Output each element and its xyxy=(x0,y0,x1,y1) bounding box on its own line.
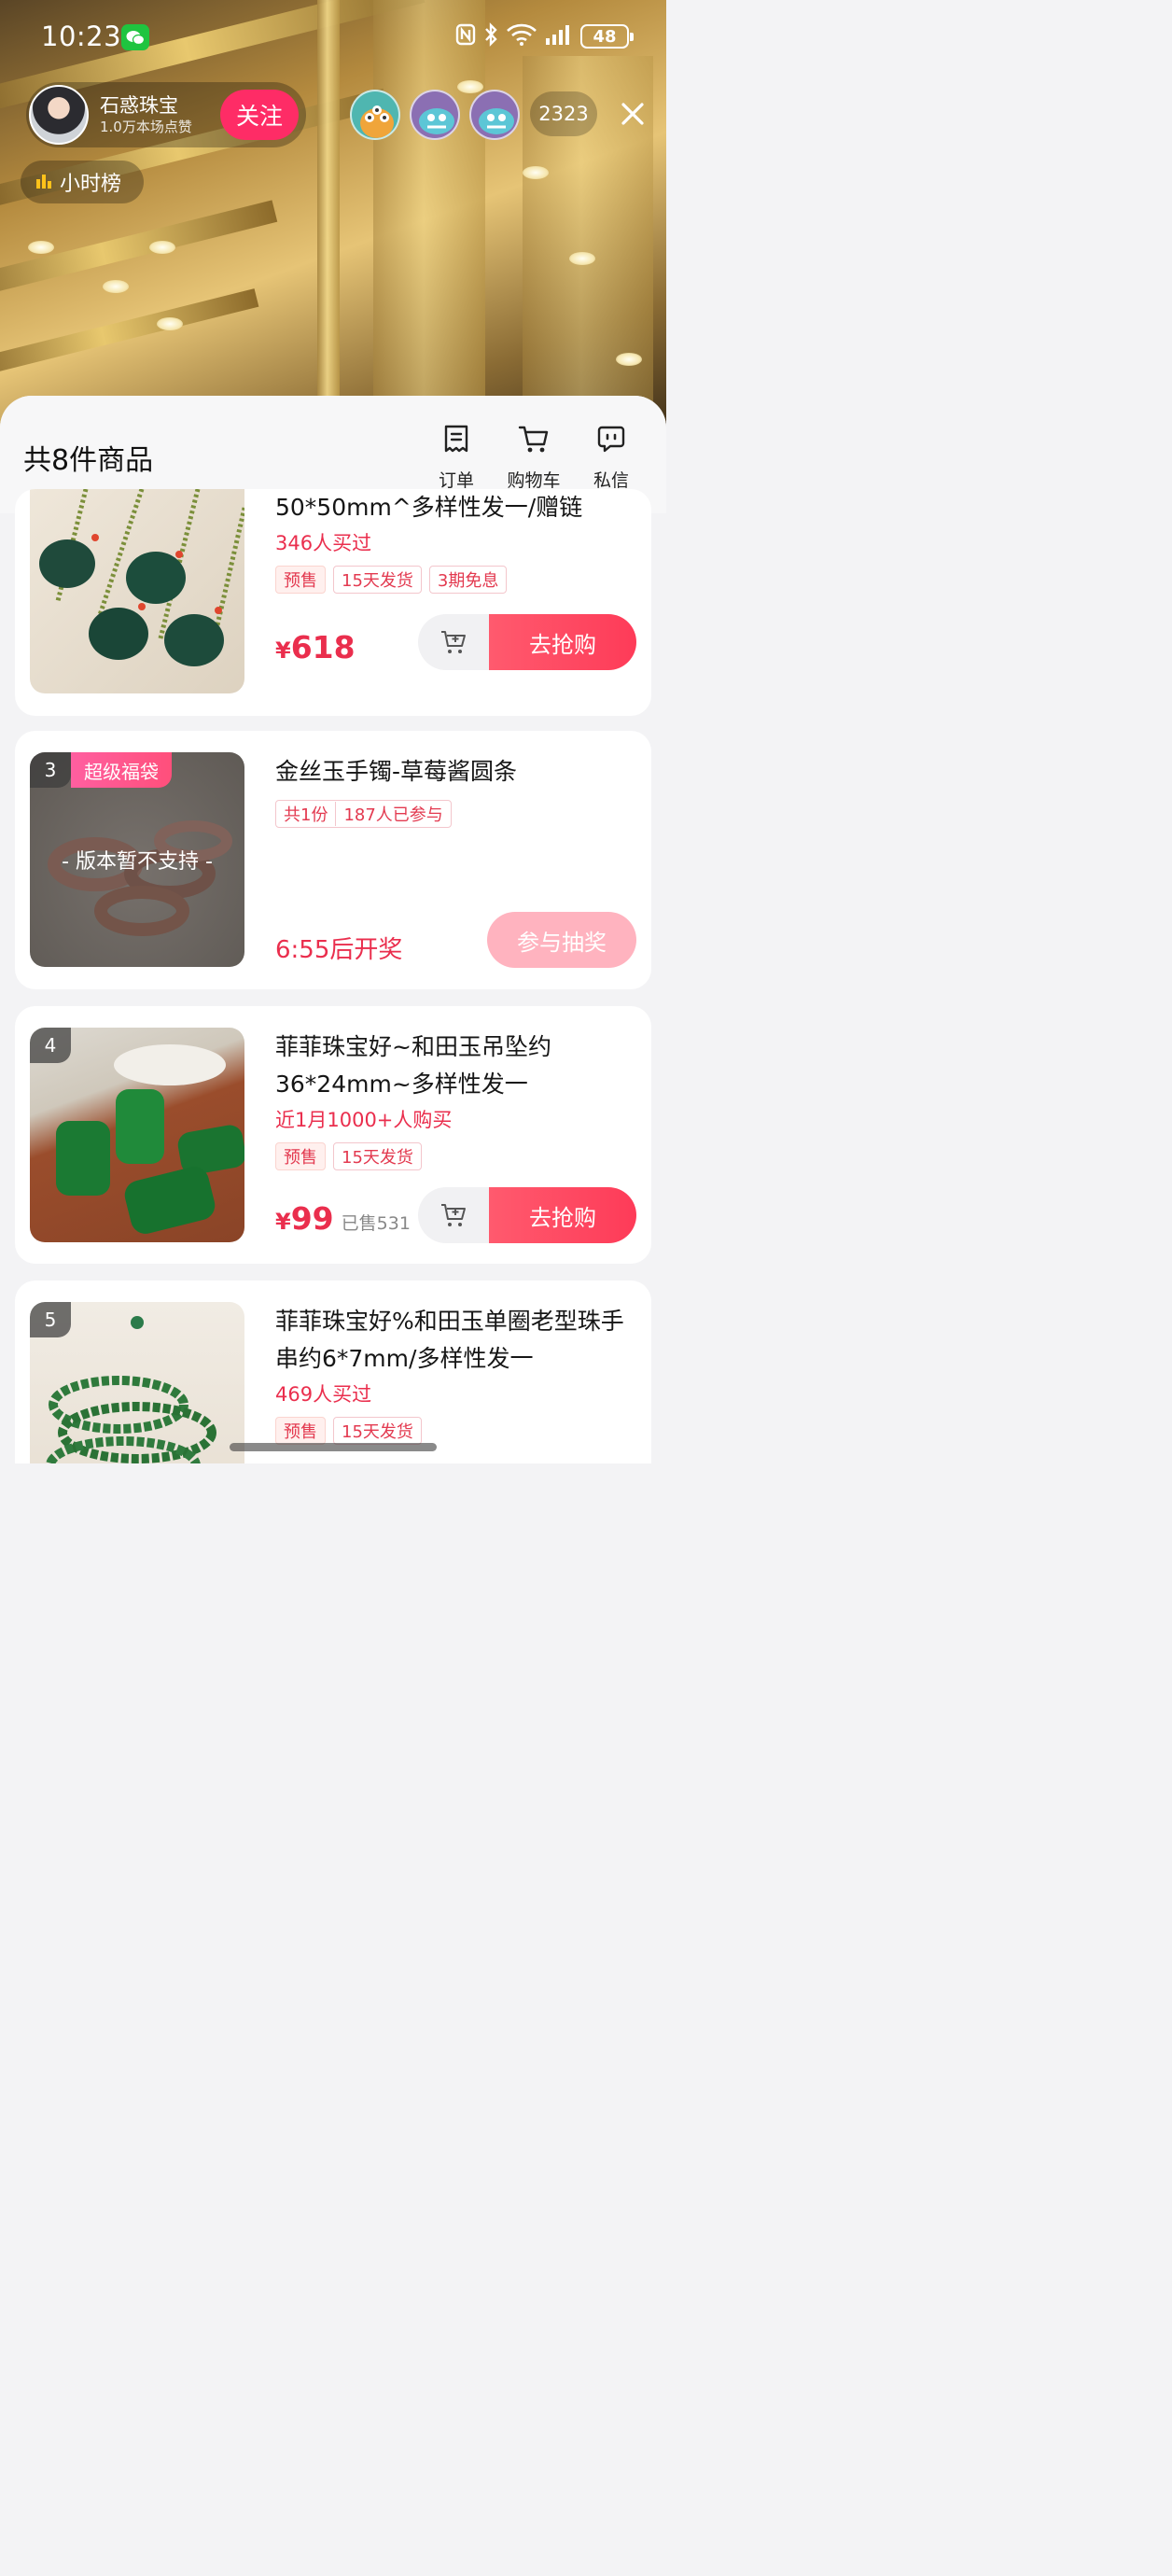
viewer-count[interactable]: 2323 xyxy=(530,91,597,136)
tag-shipping: 15天发货 xyxy=(333,566,422,594)
viewer-avatar[interactable] xyxy=(469,90,520,140)
join-lottery-button[interactable]: 参与抽奖 xyxy=(487,912,636,968)
home-indicator[interactable] xyxy=(230,1443,437,1451)
product-tags: 预售 15天发货 xyxy=(275,1417,636,1445)
hourly-rank-label: 小时榜 xyxy=(60,173,122,196)
orders-label: 订单 xyxy=(438,470,474,491)
lottery-tags: 共1份 187人已参与 xyxy=(275,800,452,828)
product-card[interactable]: 4 菲菲珠宝好~和田玉吊坠约36*24mm~多样性发一 近1月1000+人购买 … xyxy=(15,1006,651,1264)
sold-count: 已售531 xyxy=(341,1213,411,1234)
host-info-bar[interactable]: 石惑珠宝 1.0万本场点赞 关注 xyxy=(26,82,306,147)
product-image[interactable]: 5 xyxy=(30,1302,244,1463)
host-avatar[interactable] xyxy=(29,85,89,145)
follow-button[interactable]: 关注 xyxy=(220,90,299,140)
message-icon xyxy=(579,420,644,457)
tag-quantity: 共1份 xyxy=(284,805,328,825)
product-image[interactable] xyxy=(30,489,244,693)
host-name: 石惑珠宝 xyxy=(100,94,178,117)
bluetooth-icon xyxy=(483,22,498,50)
product-tags: 预售 15天发货 3期免息 xyxy=(275,566,636,594)
product-price: ¥618 xyxy=(275,629,356,665)
wechat-notification-icon xyxy=(121,24,149,50)
battery-indicator: 48 xyxy=(580,24,634,49)
tag-presale: 预售 xyxy=(275,1142,326,1170)
host-likes: 1.0万本场点赞 xyxy=(100,119,192,135)
add-to-cart-icon[interactable] xyxy=(418,1187,489,1243)
product-title: 菲菲珠宝好~和田玉吊坠约36*24mm~多样性发一 xyxy=(275,1033,551,1098)
viewer-avatar[interactable] xyxy=(350,90,400,140)
product-tags: 共1份 187人已参与 xyxy=(275,800,636,828)
status-time: 10:23 xyxy=(41,21,122,52)
wifi-icon xyxy=(506,22,537,50)
rank-badge: 5 xyxy=(30,1302,71,1337)
nfc-icon xyxy=(455,23,476,49)
cart-button[interactable]: 购物车 xyxy=(501,420,566,492)
orders-button[interactable]: 订单 xyxy=(424,420,489,492)
rank-badge: 4 xyxy=(30,1028,71,1063)
cart-label: 购物车 xyxy=(507,470,561,491)
tag-shipping: 15天发货 xyxy=(333,1142,422,1170)
product-card[interactable]: 5 菲菲珠宝好%和田玉单圈老型珠手串约6*7mm/多样性发一 469人买过 预售… xyxy=(15,1281,651,1463)
product-buyers: 近1月1000+人购买 xyxy=(275,1109,453,1131)
signal-icon xyxy=(545,23,573,49)
tag-presale: 预售 xyxy=(275,566,326,594)
add-to-cart-icon[interactable] xyxy=(418,614,489,670)
product-price: ¥99 已售531 xyxy=(275,1200,411,1237)
tag-shipping: 15天发货 xyxy=(333,1417,422,1445)
product-title: 50*50mm^多样性发一/赠链 xyxy=(275,494,583,521)
product-title: 菲菲珠宝好%和田玉单圈老型珠手串约6*7mm/多样性发一 xyxy=(275,1308,624,1372)
messages-button[interactable]: 私信 xyxy=(579,420,644,492)
product-list-sheet: 共8件商品 订单 购物车 私信 50*50mm^多样性发一/赠链 346人买过 … xyxy=(0,396,666,1463)
buy-actions: 去抢购 xyxy=(418,1187,636,1243)
buy-now-button[interactable]: 去抢购 xyxy=(489,614,636,670)
tag-presale: 预售 xyxy=(275,1417,326,1445)
product-tags: 预售 15天发货 xyxy=(275,1142,636,1170)
order-icon xyxy=(424,420,489,457)
product-buyers: 469人买过 xyxy=(275,1383,372,1406)
status-icons: 48 xyxy=(455,22,634,50)
product-title: 金丝玉手镯-草莓酱圆条 xyxy=(275,758,518,785)
status-bar: 10:23 48 xyxy=(0,0,666,75)
product-card[interactable]: - 版本暂不支持 - 3 超级福袋 金丝玉手镯-草莓酱圆条 共1份 187人已参… xyxy=(15,731,651,989)
tag-installment: 3期免息 xyxy=(428,566,508,594)
cart-icon xyxy=(501,420,566,457)
product-buyers: 346人买过 xyxy=(275,532,372,554)
tag-participants: 187人已参与 xyxy=(335,802,450,826)
rank-bars-icon xyxy=(35,171,52,194)
messages-label: 私信 xyxy=(593,470,629,491)
sheet-title: 共8件商品 xyxy=(23,444,154,477)
hourly-rank-button[interactable]: 小时榜 xyxy=(21,161,144,203)
lucky-bag-badge: 超级福袋 xyxy=(71,752,172,788)
lottery-countdown: 6:55后开奖 xyxy=(275,936,403,964)
close-icon[interactable] xyxy=(614,95,651,133)
product-card[interactable]: 50*50mm^多样性发一/赠链 346人买过 预售 15天发货 3期免息 ¥6… xyxy=(15,489,651,716)
buy-actions: 去抢购 xyxy=(418,614,636,670)
rank-badge: 3 xyxy=(30,752,71,788)
product-image[interactable]: 4 xyxy=(30,1028,244,1242)
buy-now-button[interactable]: 去抢购 xyxy=(489,1187,636,1243)
viewer-avatar[interactable] xyxy=(410,90,460,140)
product-image[interactable]: - 版本暂不支持 - 3 超级福袋 xyxy=(30,752,244,967)
